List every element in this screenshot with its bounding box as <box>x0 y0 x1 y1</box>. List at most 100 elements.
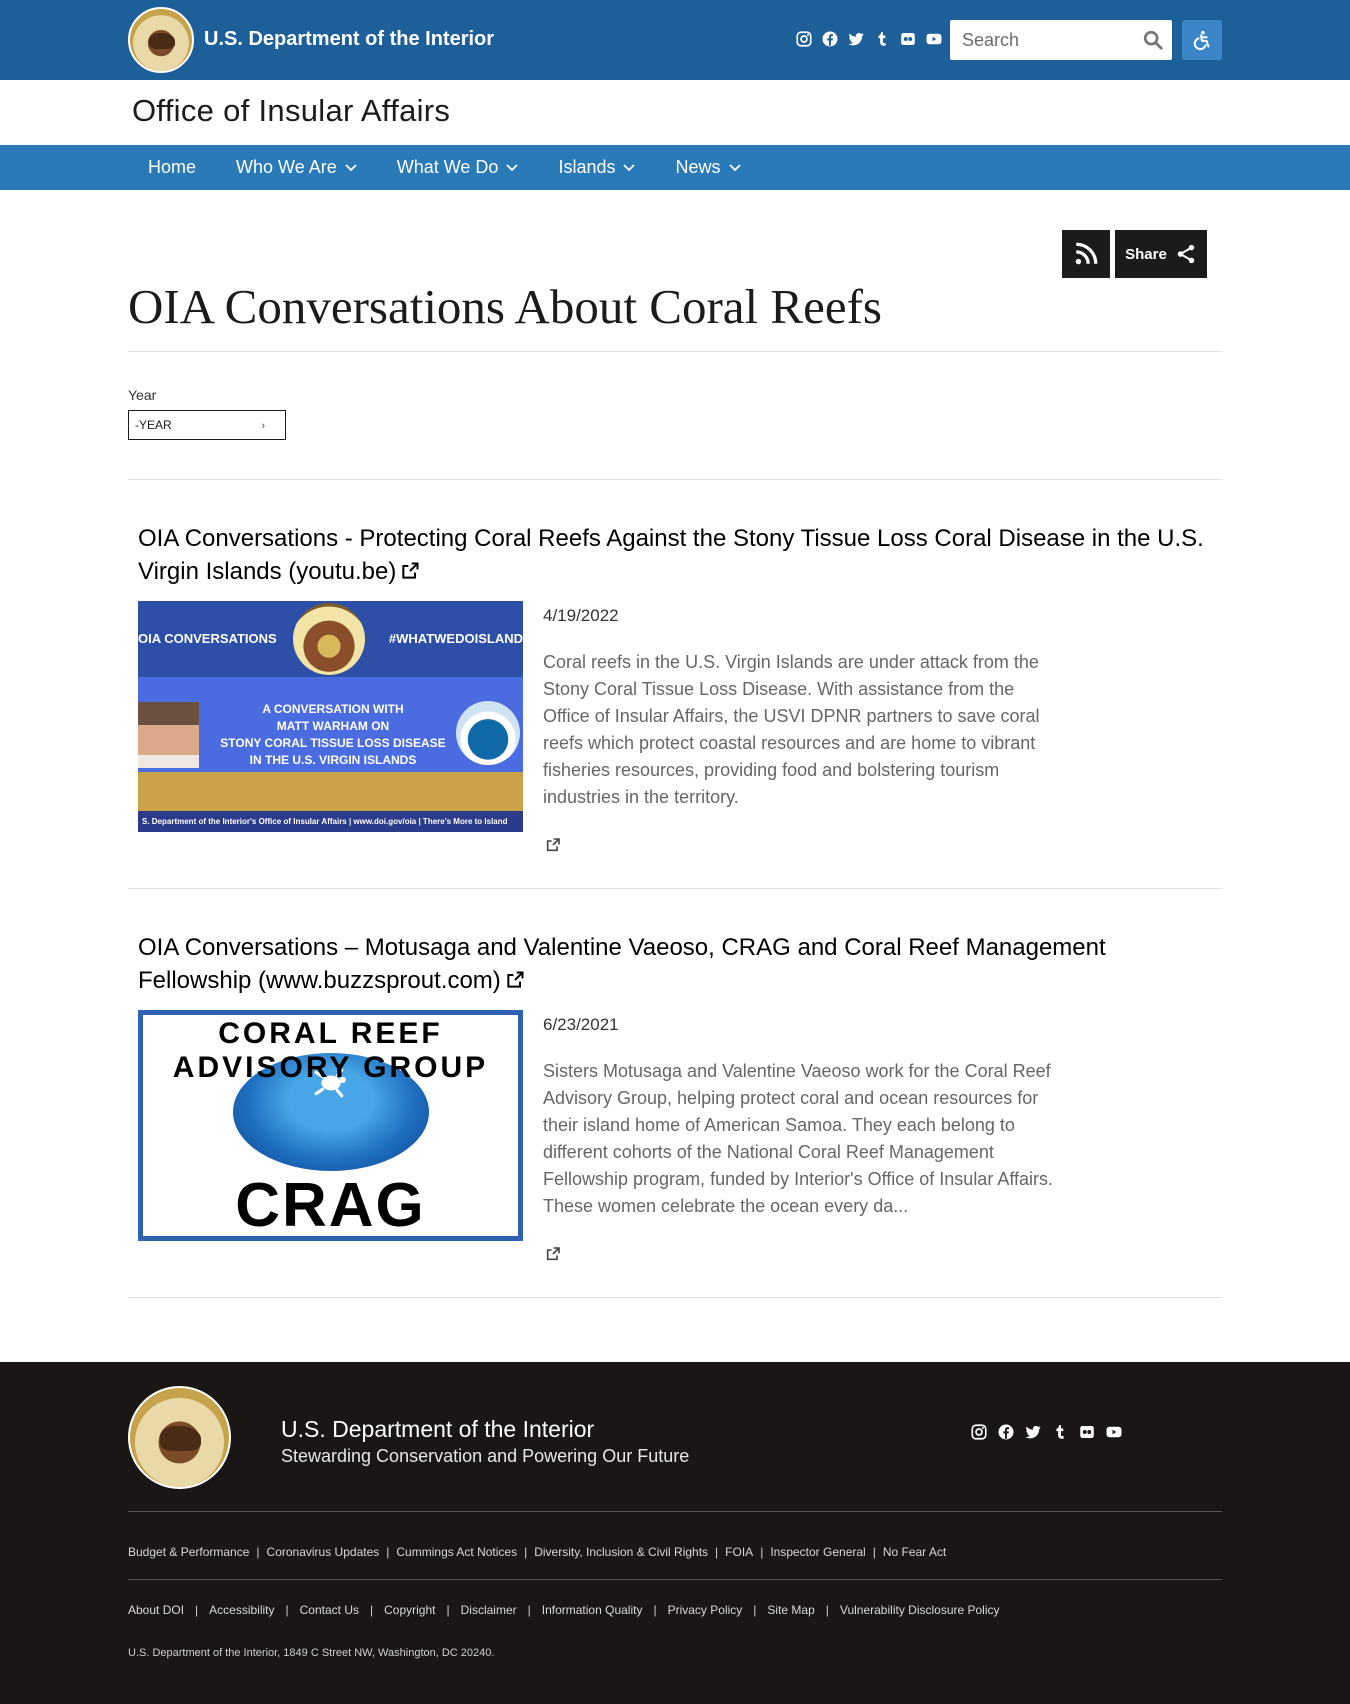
facebook-icon[interactable] <box>997 1423 1015 1441</box>
rss-button[interactable] <box>1062 230 1110 278</box>
article-date: 4/19/2022 <box>543 606 619 625</box>
link-separator: | <box>370 1603 374 1617</box>
link-separator: | <box>256 1545 260 1559</box>
site-brand-link[interactable]: U.S. Department of the Interior <box>204 28 494 51</box>
youtube-icon[interactable] <box>925 30 943 48</box>
twitter-icon[interactable] <box>847 30 865 48</box>
caption-line: STONY CORAL TISSUE LOSS DISEASE <box>220 736 446 750</box>
footer-link-coronavirus[interactable]: Coronavirus Updates <box>267 1545 380 1559</box>
flickr-icon[interactable] <box>899 30 917 48</box>
link-separator: | <box>386 1545 390 1559</box>
footer-link-privacy[interactable]: Privacy Policy <box>668 1603 743 1617</box>
nav-item-what-we-do[interactable]: What We Do <box>377 145 539 190</box>
share-button[interactable]: Share <box>1115 230 1207 278</box>
thumbnail-banner: OIA CONVERSATIONS #WHATWEDOISLAND <box>138 631 523 646</box>
nav-item-news[interactable]: News <box>655 145 760 190</box>
link-separator: | <box>760 1545 764 1559</box>
divider <box>128 479 1222 480</box>
divider <box>128 351 1222 352</box>
external-link-icon[interactable] <box>545 1246 561 1262</box>
link-separator: | <box>753 1603 757 1617</box>
tumblr-icon[interactable] <box>873 30 891 48</box>
article-thumbnail[interactable]: CORAL REEF ADVISORY GROUP CRAG <box>138 1010 523 1241</box>
chevron-down-icon <box>345 163 357 171</box>
flickr-icon[interactable] <box>1078 1423 1096 1441</box>
chevron-down-icon <box>506 163 519 171</box>
instagram-icon[interactable] <box>970 1423 988 1441</box>
accessibility-icon[interactable] <box>1182 20 1222 60</box>
link-separator: | <box>872 1545 876 1559</box>
doi-seal-logo[interactable] <box>128 1386 231 1489</box>
link-separator: | <box>446 1603 450 1617</box>
share-label: Share <box>1125 245 1167 263</box>
footer-link-disclaimer[interactable]: Disclaimer <box>461 1603 517 1617</box>
nav-item-label: Home <box>148 157 197 177</box>
external-link-icon[interactable] <box>545 837 561 853</box>
search-icon[interactable] <box>1142 29 1164 51</box>
footer-link-site-map[interactable]: Site Map <box>767 1603 814 1617</box>
divider <box>128 1297 1222 1298</box>
link-separator: | <box>195 1603 199 1617</box>
footer-divider <box>128 1579 1222 1580</box>
article-summary: Sisters Motusaga and Valentine Vaeoso wo… <box>543 1061 1054 1216</box>
thumbnail-left-text: OIA CONVERSATIONS <box>138 631 277 646</box>
footer-org-name: U.S. Department of the Interior <box>281 1416 595 1442</box>
thumbnail-caption: A CONVERSATION WITH MATT WARHAM ON STONY… <box>208 701 458 769</box>
divider <box>128 888 1222 889</box>
speaker-photo <box>138 702 199 768</box>
footer-link-accessibility[interactable]: Accessibility <box>209 1603 274 1617</box>
youtube-icon[interactable] <box>1105 1423 1123 1441</box>
external-link-icon <box>402 562 419 579</box>
footer-link-about[interactable]: About DOI <box>128 1603 184 1617</box>
doi-seal-logo[interactable] <box>128 7 194 73</box>
year-select[interactable]: -YEAR › <box>128 410 286 440</box>
caption-line: MATT WARHAM ON <box>276 719 390 733</box>
search-form <box>950 20 1172 60</box>
instagram-icon[interactable] <box>795 30 813 48</box>
share-icon <box>1177 244 1195 264</box>
rss-icon <box>1075 242 1098 265</box>
footer-social-links <box>970 1423 1123 1441</box>
usvi-logo-image <box>456 701 520 765</box>
footer-link-copyright[interactable]: Copyright <box>384 1603 435 1617</box>
chevron-right-icon: › <box>261 420 265 432</box>
search-input[interactable] <box>950 20 1130 60</box>
page-title: OIA Conversations About Coral Reefs <box>128 279 882 334</box>
footer-link-budget[interactable]: Budget & Performance <box>128 1545 249 1559</box>
twitter-icon[interactable] <box>1024 1423 1042 1441</box>
caption-line: IN THE U.S. VIRGIN ISLANDS <box>249 753 417 767</box>
article-date: 6/23/2021 <box>543 1015 619 1034</box>
nav-item-home[interactable]: Home <box>128 145 216 190</box>
office-title[interactable]: Office of Insular Affairs <box>132 93 450 129</box>
nav-item-label: Who We Are <box>236 157 337 177</box>
link-separator: | <box>653 1603 657 1617</box>
tumblr-icon[interactable] <box>1051 1423 1069 1441</box>
article-title-link[interactable]: OIA Conversations - Protecting Coral Ree… <box>138 522 1218 588</box>
article-summary: Coral reefs in the U.S. Virgin Islands a… <box>543 652 1040 807</box>
site-header: U.S. Department of the Interior <box>0 0 1350 80</box>
header-social-links <box>795 30 943 48</box>
footer-link-cummings-act[interactable]: Cummings Act Notices <box>396 1545 517 1559</box>
nav-item-who-we-are[interactable]: Who We Are <box>216 145 377 190</box>
article-thumbnail[interactable]: OIA CONVERSATIONS #WHATWEDOISLAND A CONV… <box>138 601 523 832</box>
article-title-link[interactable]: OIA Conversations – Motusaga and Valenti… <box>138 931 1218 997</box>
article-title: OIA Conversations - Protecting Coral Ree… <box>138 525 1204 585</box>
link-separator: | <box>715 1545 719 1559</box>
chevron-down-icon <box>623 163 636 171</box>
caption-line: A CONVERSATION WITH <box>262 702 404 716</box>
footer-link-no-fear-act[interactable]: No Fear Act <box>883 1545 946 1559</box>
thumbnail-footer-text: S. Department of the Interior's Office o… <box>142 817 508 826</box>
footer-link-inspector-general[interactable]: Inspector General <box>770 1545 865 1559</box>
footer-links-secondary: About DOI | Accessibility | Contact Us | Co… <box>128 1603 1000 1617</box>
main-nav: Home Who We Are What We Do Islands News <box>0 145 1350 190</box>
nav-item-islands[interactable]: Islands <box>538 145 655 190</box>
footer-link-vulnerability[interactable]: Vulnerability Disclosure Policy <box>840 1603 1000 1617</box>
year-filter-label: Year <box>128 387 157 403</box>
footer-link-foia[interactable]: FOIA <box>725 1545 753 1559</box>
thumbnail-right-text: #WHATWEDOISLAND <box>388 631 523 646</box>
footer-link-information-quality[interactable]: Information Quality <box>542 1603 643 1617</box>
footer-link-diversity[interactable]: Diversity, Inclusion & Civil Rights <box>534 1545 708 1559</box>
chevron-down-icon <box>728 163 741 171</box>
facebook-icon[interactable] <box>821 30 839 48</box>
footer-link-contact[interactable]: Contact Us <box>300 1603 359 1617</box>
